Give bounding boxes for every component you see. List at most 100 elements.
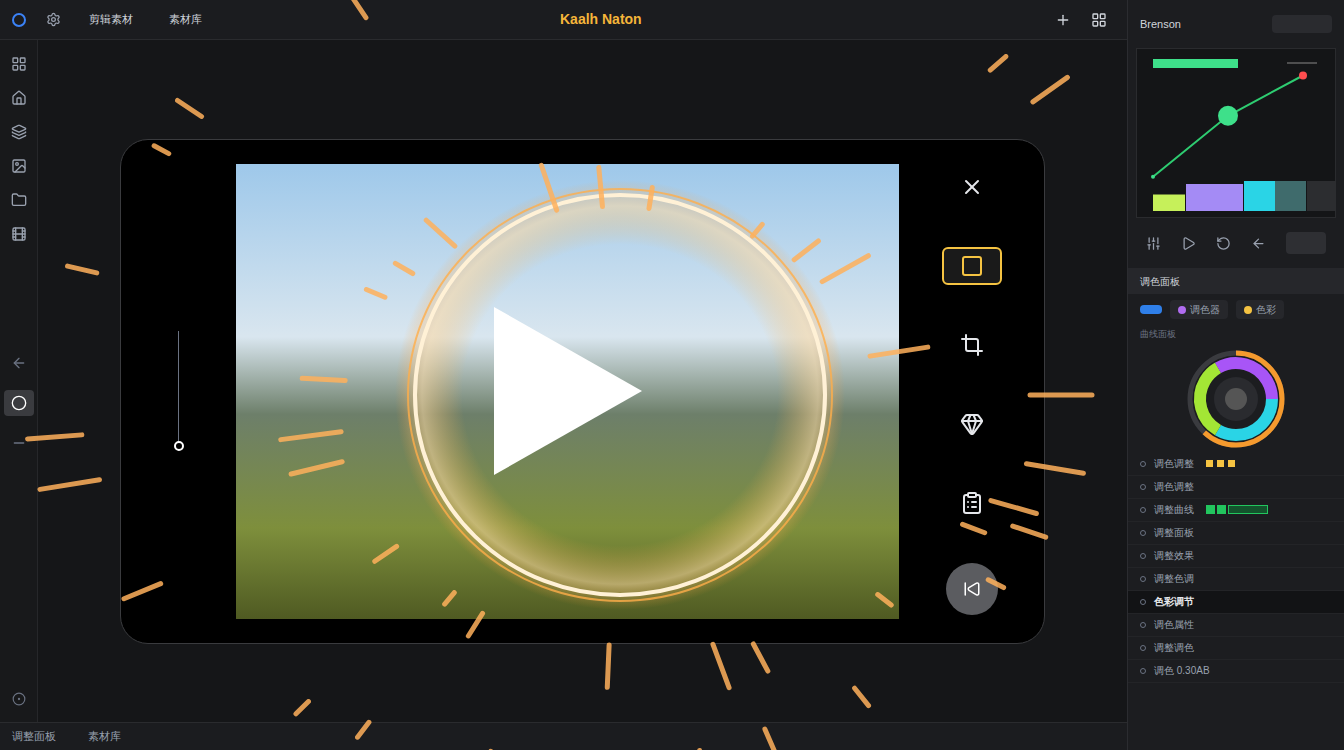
row-label: 调色调整 <box>1154 479 1194 494</box>
row-label: 调整面板 <box>1154 525 1194 540</box>
chip[interactable]: 色彩 <box>1236 300 1284 319</box>
preview-frame <box>120 139 1045 644</box>
window-title: Kaalh Naton <box>560 9 642 30</box>
left-toolbar <box>0 40 38 722</box>
side-toolbar <box>899 140 1044 643</box>
tool-icon <box>11 395 27 411</box>
top-bar-item[interactable]: 剪辑素材 <box>81 11 141 28</box>
curve-point[interactable] <box>1299 72 1307 80</box>
property-row[interactable]: 色彩调节 <box>1128 591 1344 614</box>
scrubber[interactable] <box>121 140 236 643</box>
adjust-icon[interactable] <box>1146 236 1161 251</box>
side-tool-button[interactable] <box>942 326 1002 364</box>
settings-icon[interactable] <box>46 12 61 27</box>
scrubber-knob[interactable] <box>174 441 184 451</box>
tool-icon <box>11 355 27 371</box>
property-row[interactable]: 调色调整 <box>1128 476 1344 499</box>
scrubber-track <box>174 331 184 451</box>
tool-button[interactable] <box>4 430 34 456</box>
row-label: 调色 0.30AB <box>1154 663 1210 678</box>
sparks-effect <box>0 0 1127 750</box>
panel-tab[interactable]: 调色面板 <box>1128 268 1344 294</box>
property-row[interactable]: 调色调整 <box>1128 453 1344 476</box>
property-row[interactable]: 调色属性 <box>1128 614 1344 637</box>
tool-icon <box>11 435 27 451</box>
logo-icon[interactable] <box>12 13 26 27</box>
tool-icon[interactable] <box>11 192 27 208</box>
tool-button[interactable] <box>4 350 34 376</box>
main-area: 剪辑素材素材库Kaalh Naton调整面板素材库 <box>0 0 1127 750</box>
canvas <box>38 40 1127 722</box>
record-icon[interactable] <box>12 692 26 706</box>
skip-button[interactable] <box>946 563 998 615</box>
side-tool-icon <box>960 491 984 515</box>
row-label: 调色属性 <box>1154 617 1194 632</box>
property-row[interactable]: 调整曲线 <box>1128 499 1344 522</box>
row-dot <box>1140 530 1146 536</box>
row-dot <box>1140 507 1146 513</box>
top-bar: 剪辑素材 素材库 Kaalh Naton <box>0 0 1127 40</box>
chart-bar <box>1244 181 1275 211</box>
row-label: 调整效果 <box>1154 548 1194 563</box>
row-chips <box>1206 505 1268 514</box>
play-small-icon[interactable] <box>1181 236 1196 251</box>
lower-tools <box>4 350 34 456</box>
row-label: 调整曲线 <box>1154 502 1194 517</box>
play-icon[interactable] <box>488 301 648 481</box>
header-button[interactable] <box>1272 15 1332 33</box>
curve-point[interactable] <box>1151 175 1155 179</box>
panel-title: Brenson <box>1140 16 1181 33</box>
row-dot <box>1140 622 1146 628</box>
side-tool-button[interactable] <box>942 405 1002 443</box>
property-row[interactable]: 调整面板 <box>1128 522 1344 545</box>
side-tool-button[interactable] <box>942 168 1002 206</box>
chart-bar <box>1186 184 1243 211</box>
side-tool-icon <box>960 175 984 199</box>
row-label: 调整色调 <box>1154 571 1194 586</box>
row-label: 调色调整 <box>1154 456 1194 471</box>
tool-icon[interactable] <box>11 56 27 72</box>
curve-chart-plot <box>1137 49 1336 217</box>
curve-point[interactable] <box>1218 106 1238 126</box>
tool-icon[interactable] <box>11 158 27 174</box>
chart-bar <box>1153 195 1185 212</box>
property-row[interactable]: 调整调色 <box>1128 637 1344 660</box>
layout-icon[interactable] <box>1091 12 1107 28</box>
back-icon[interactable] <box>1251 236 1266 251</box>
property-row[interactable]: 调整色调 <box>1128 568 1344 591</box>
section-label[interactable]: 曲线面板 <box>1128 325 1344 345</box>
row-dot <box>1140 645 1146 651</box>
row-dot <box>1140 599 1146 605</box>
top-bar-item[interactable]: 素材库 <box>161 11 210 28</box>
right-panel: Brenson调色面板调色器色彩曲线面板调色调整调色调整调整曲线调整面板调整效果… <box>1127 0 1344 750</box>
add-icon[interactable] <box>1055 12 1071 28</box>
row-dot <box>1140 553 1146 559</box>
curve-chart <box>1136 48 1336 218</box>
tool-icon[interactable] <box>11 124 27 140</box>
tool-button[interactable] <box>4 390 34 416</box>
side-tool-icon <box>960 333 984 357</box>
property-row[interactable]: 调整效果 <box>1128 545 1344 568</box>
chip[interactable]: 调色器 <box>1170 300 1228 319</box>
side-tool-button[interactable] <box>942 484 1002 522</box>
row-dot <box>1140 668 1146 674</box>
row-dot <box>1140 576 1146 582</box>
color-wheel[interactable] <box>1128 345 1344 453</box>
row-dot <box>1140 484 1146 490</box>
reset-icon[interactable] <box>1216 236 1231 251</box>
tool-icon[interactable] <box>11 90 27 106</box>
side-tool-button[interactable] <box>942 247 1002 285</box>
chart-bar <box>1275 181 1306 211</box>
property-list: 调色调整调色调整调整曲线调整面板调整效果调整色调色彩调节调色属性调整调色调色 0… <box>1128 453 1344 683</box>
chart-bar <box>1307 181 1336 211</box>
bottom-bar-item[interactable]: 调整面板 <box>12 728 56 745</box>
row-dot <box>1140 461 1146 467</box>
chip-blue[interactable] <box>1140 305 1162 314</box>
skip-icon <box>963 580 981 598</box>
app-window: 剪辑素材素材库Kaalh Naton调整面板素材库Brenson调色面板调色器色… <box>0 0 1344 750</box>
property-row[interactable]: 调色 0.30AB <box>1128 660 1344 683</box>
color-wheel-drawing <box>1184 347 1288 451</box>
bottom-bar-item[interactable]: 素材库 <box>88 728 121 745</box>
toolbar-button[interactable] <box>1286 232 1326 254</box>
tool-icon[interactable] <box>11 226 27 242</box>
